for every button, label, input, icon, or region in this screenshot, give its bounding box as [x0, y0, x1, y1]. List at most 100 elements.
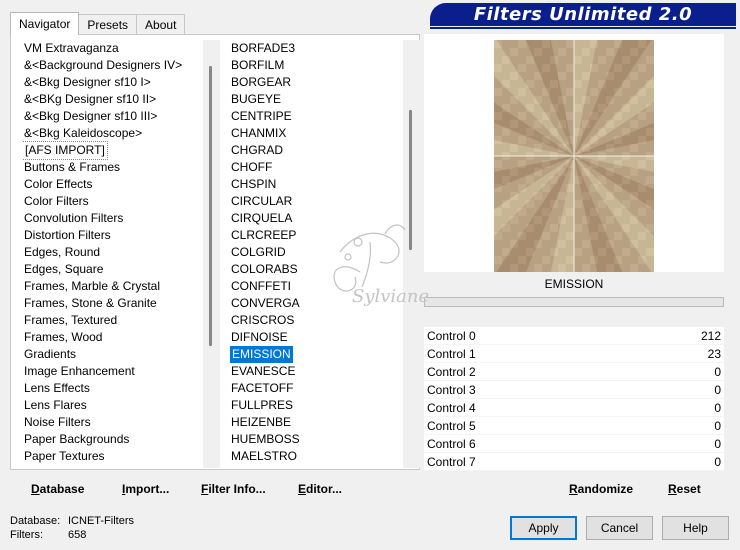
filter-item[interactable]: EMISSION [230, 346, 293, 363]
control-row[interactable]: Control 0 212 [424, 327, 724, 345]
filter-item[interactable]: CONFFETI [230, 278, 400, 295]
filter-scrollbar-thumb[interactable] [409, 110, 412, 250]
tab-strip: Navigator Presets About [10, 12, 186, 35]
category-item[interactable]: &<Bkg Designer sf10 I> [23, 74, 208, 91]
filter-item[interactable]: CIRCULAR [230, 193, 400, 210]
cancel-button[interactable]: Cancel [586, 516, 653, 540]
preview-area [424, 34, 724, 272]
filter-item[interactable]: CHSPIN [230, 176, 400, 193]
category-item[interactable]: Lens Effects [23, 380, 208, 397]
navigator-panel: VM Extravaganza &<Background Designers IV… [10, 34, 420, 470]
category-item[interactable]: Buttons & Frames [23, 159, 208, 176]
control-label: Control 5 [427, 419, 476, 433]
filter-item[interactable]: COLGRID [230, 244, 400, 261]
category-item[interactable]: &<Background Designers IV> [23, 57, 208, 74]
filter-name-text: EMISSION [544, 277, 604, 291]
help-button[interactable]: Help [662, 516, 729, 540]
category-item[interactable]: Paper Backgrounds [23, 431, 208, 448]
category-item[interactable]: Image Enhancement [23, 363, 208, 380]
control-label: Control 0 [427, 329, 476, 343]
tab-about[interactable]: About [136, 14, 186, 34]
category-item[interactable]: Frames, Marble & Crystal [23, 278, 208, 295]
control-row[interactable]: Control 2 0 [424, 363, 724, 381]
category-item[interactable]: Frames, Stone & Granite [23, 295, 208, 312]
control-value: 0 [714, 383, 721, 397]
filters-label: Filters: [10, 529, 43, 541]
control-value: 23 [707, 347, 721, 361]
filter-item[interactable]: MAELSTRO [230, 448, 400, 465]
category-item[interactable]: Edges, Round [23, 244, 208, 261]
category-item[interactable]: &<BKg Designer sf10 II> [23, 91, 208, 108]
filter-scrollbar[interactable] [403, 40, 420, 468]
controls-list: Control 0 212 Control 1 23 Control 2 0 Control… [424, 327, 724, 471]
reset-button[interactable]: Reset [668, 480, 701, 498]
control-label: Control 2 [427, 365, 476, 379]
category-item[interactable]: [AFS IMPORT] [23, 141, 108, 160]
control-value: 0 [714, 401, 721, 415]
database-button[interactable]: Database [31, 480, 84, 498]
filter-info-button[interactable]: Filter Info... [201, 480, 266, 498]
filter-item[interactable]: CHANMIX [230, 125, 400, 142]
filter-preview-image [494, 40, 654, 272]
filter-item[interactable]: BORFILM [230, 57, 400, 74]
randomize-button[interactable]: Randomize [569, 480, 633, 498]
category-item[interactable]: Noise Filters [23, 414, 208, 431]
control-value: 0 [714, 365, 721, 379]
category-item[interactable]: Lens Flares [23, 397, 208, 414]
apply-button[interactable]: Apply [510, 516, 577, 540]
filter-item[interactable]: CRISCROS [230, 312, 400, 329]
category-item[interactable]: Frames, Wood [23, 329, 208, 346]
footer-status: Database: ICNET-Filters Filters: 658 [10, 514, 134, 542]
category-list[interactable]: VM Extravaganza &<Background Designers IV… [23, 40, 208, 468]
category-scrollbar-thumb[interactable] [209, 66, 212, 346]
filter-item[interactable]: FULLPRES [230, 397, 400, 414]
filter-item[interactable]: HEIZENBE [230, 414, 400, 431]
filter-item[interactable]: COLORABS [230, 261, 400, 278]
filter-item[interactable]: BUGEYE [230, 91, 400, 108]
control-row[interactable]: Control 7 0 [424, 453, 724, 471]
filter-item[interactable]: CENTRIPE [230, 108, 400, 125]
category-item[interactable]: Edges, Square [23, 261, 208, 278]
filter-item[interactable]: CIRQUELA [230, 210, 400, 227]
filter-item[interactable]: CHGRAD [230, 142, 400, 159]
filter-name-label: EMISSION [424, 272, 724, 296]
tab-presets[interactable]: Presets [78, 14, 138, 34]
filter-item[interactable]: DIFNOISE [230, 329, 400, 346]
filter-item[interactable]: MIRRORIN [230, 465, 400, 468]
control-label: Control 3 [427, 383, 476, 397]
category-item[interactable]: Color Effects [23, 176, 208, 193]
category-item[interactable]: Pattern Generators [23, 465, 208, 468]
category-item[interactable]: Paper Textures [23, 448, 208, 465]
filter-item[interactable]: BORGEAR [230, 74, 400, 91]
control-row[interactable]: Control 4 0 [424, 399, 724, 417]
category-item[interactable]: Gradients [23, 346, 208, 363]
category-item[interactable]: &<Bkg Kaleidoscope> [23, 125, 208, 142]
control-row[interactable]: Control 6 0 [424, 435, 724, 453]
category-item[interactable]: VM Extravaganza [23, 40, 208, 57]
filter-item[interactable]: CONVERGA [230, 295, 400, 312]
app-title-banner: Filters Unlimited 2.0 [430, 3, 736, 29]
editor-button[interactable]: Editor... [298, 480, 342, 498]
control-label: Control 7 [427, 455, 476, 469]
filter-item[interactable]: CLRCREEP [230, 227, 400, 244]
category-item[interactable]: Convolution Filters [23, 210, 208, 227]
category-scrollbar[interactable] [203, 40, 220, 468]
category-item[interactable]: Color Filters [23, 193, 208, 210]
preview-graphic [494, 40, 654, 272]
filter-item[interactable]: FACETOFF [230, 380, 400, 397]
filter-item[interactable]: EVANESCE [230, 363, 400, 380]
control-row[interactable]: Control 5 0 [424, 417, 724, 435]
filter-item[interactable]: CHOFF [230, 159, 400, 176]
category-item[interactable]: Distortion Filters [23, 227, 208, 244]
control-row[interactable]: Control 1 23 [424, 345, 724, 363]
category-item[interactable]: Frames, Textured [23, 312, 208, 329]
category-item[interactable]: &<Bkg Designer sf10 III> [23, 108, 208, 125]
app-title: Filters Unlimited 2.0 [473, 4, 693, 25]
filter-list[interactable]: BORFADE3 BORFILM BORGEAR BUGEYE CENTRIPE CHAN… [230, 40, 400, 468]
filter-item[interactable]: HUEMBOSS [230, 431, 400, 448]
tab-navigator[interactable]: Navigator [10, 12, 80, 35]
control-label: Control 4 [427, 401, 476, 415]
import-button[interactable]: Import... [122, 480, 169, 498]
filter-item[interactable]: BORFADE3 [230, 40, 400, 57]
control-row[interactable]: Control 3 0 [424, 381, 724, 399]
